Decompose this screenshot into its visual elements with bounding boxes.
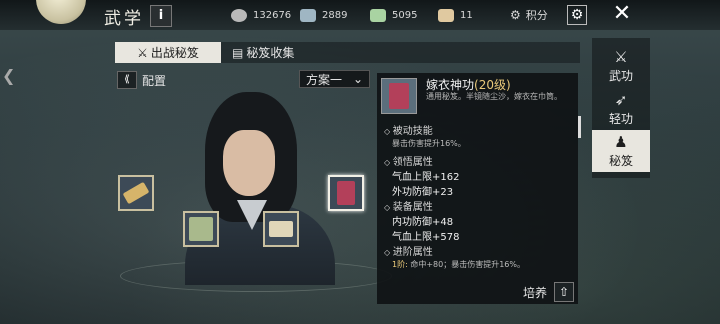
resource-ingot-value: 2889 [322, 9, 348, 21]
advance-title: 进阶属性 [384, 243, 433, 258]
resource-scroll-token: 11 [438, 7, 473, 23]
resource-jade-value: 5095 [392, 9, 418, 21]
tab-battle-manuals-label: 出战秘笈 [150, 46, 199, 60]
character-face [223, 130, 275, 196]
side-nav-lightness-label: 轻功 [608, 111, 633, 126]
tab-manual-collection[interactable]: ▤ 秘笈收集 [232, 42, 352, 63]
tab-battle-manuals[interactable]: ⚔ 出战秘笈 [115, 42, 221, 63]
equip-line: 内功防御+48 [392, 217, 454, 228]
panel-scrollbar[interactable] [578, 116, 581, 138]
slot-fan[interactable] [183, 211, 219, 247]
points-label: 积分 [525, 9, 548, 22]
martial-icon: ⚔ [614, 47, 628, 66]
edge-chevron-icon: ❮ [2, 66, 16, 85]
equip-line: 气血上限+578 [392, 232, 460, 243]
ingot-icon [300, 8, 316, 22]
insight-title: 领悟属性 [384, 153, 433, 168]
resource-coin: 132676 [231, 7, 291, 23]
insight-line: 气血上限+162 [392, 172, 460, 183]
settings-gear-icon[interactable]: ⚙ [567, 5, 587, 25]
chevron-down-icon: ⌄ [352, 72, 363, 86]
coin-icon [231, 8, 247, 22]
side-nav-martial-label: 武功 [608, 68, 633, 83]
side-nav-martial[interactable]: ⚔ 武功 [592, 45, 650, 87]
insight-line: 外功防御+23 [392, 187, 454, 198]
points-button[interactable]: ⚙ 积分 [510, 7, 548, 23]
advance-tier: 1阶: [392, 260, 408, 269]
slot-red-book[interactable] [328, 175, 364, 211]
manual-image [381, 78, 417, 114]
sword-icon: ⚔ [137, 45, 148, 60]
equip-title: 装备属性 [384, 198, 433, 213]
scroll-token-icon [438, 8, 454, 22]
side-nav-manuals[interactable]: ♟ 秘笈 [592, 130, 650, 172]
manual-description: 通用秘笈。半镜随尘沙，嫁衣在巾筒。 [426, 92, 562, 101]
meditation-icon: ♟ [614, 132, 628, 151]
resource-scroll-token-value: 11 [460, 9, 473, 21]
train-label[interactable]: 培养 [523, 284, 547, 301]
points-icon: ⚙ [510, 8, 521, 22]
red-book-icon [337, 181, 355, 205]
train-button[interactable]: ⇧ [554, 282, 574, 302]
passive-title: 被动技能 [384, 122, 433, 137]
info-button[interactable]: i [150, 5, 172, 27]
close-button[interactable]: ✕ [606, 3, 638, 25]
passive-text: 暴击伤害提升16%。 [392, 139, 466, 148]
config-label[interactable]: 配置 [142, 72, 166, 89]
advance-text: 命中+80；暴击伤害提升16%。 [407, 260, 526, 269]
advance-line: 1阶: 命中+80；暴击伤害提升16%。 [392, 259, 525, 270]
open-book-icon [269, 221, 293, 237]
slot-scroll-left[interactable] [118, 175, 154, 211]
config-icon[interactable]: ⟪ [117, 71, 137, 89]
red-book-icon [389, 83, 409, 109]
lightness-icon: ➶ [614, 90, 628, 109]
manual-level: (20级) [474, 78, 511, 92]
character-portrait [185, 80, 335, 285]
page-title: 武学 [104, 9, 144, 29]
jade-icon [370, 8, 386, 22]
resource-coin-value: 132676 [253, 9, 292, 21]
side-nav-lightness[interactable]: ➶ 轻功 [592, 88, 650, 130]
book-icon: ▤ [232, 45, 244, 60]
slot-open-book[interactable] [263, 211, 299, 247]
tab-manual-collection-label: 秘笈收集 [246, 46, 295, 60]
fan-icon [189, 217, 213, 241]
scroll-icon [122, 181, 150, 205]
resource-jade: 5095 [370, 7, 417, 23]
side-nav-manuals-label: 秘笈 [608, 153, 633, 168]
manual-name: 嫁衣神功 [426, 78, 475, 92]
resource-ingot: 2889 [300, 7, 347, 23]
